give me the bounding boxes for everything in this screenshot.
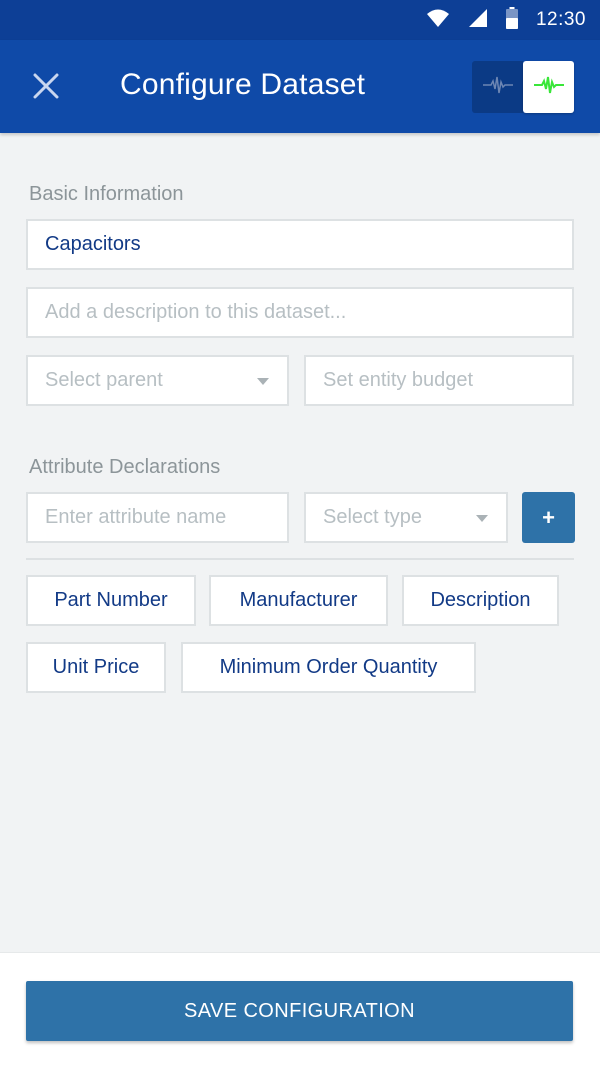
parent-select[interactable]: Select parent (26, 355, 289, 406)
attribute-chip-description[interactable]: Description (402, 575, 559, 626)
attribute-chip-minimum-order-quantity[interactable]: Minimum Order Quantity (181, 642, 476, 693)
dataset-name-field[interactable] (26, 219, 574, 270)
toggle-option-active[interactable] (523, 61, 574, 113)
app-bar: Configure Dataset (0, 40, 600, 133)
entity-budget-input[interactable] (323, 357, 572, 404)
view-toggle[interactable] (472, 61, 574, 113)
waveform-active-icon (533, 75, 564, 100)
toggle-option-inactive[interactable] (472, 61, 523, 113)
section-label-basic-info: Basic Information (29, 183, 184, 205)
description-field[interactable] (26, 287, 574, 338)
save-configuration-button[interactable]: SAVE CONFIGURATION (26, 981, 573, 1041)
status-icons: 12:30 (426, 6, 586, 34)
dataset-name-input[interactable] (45, 221, 572, 268)
attribute-type-select[interactable]: Select type (304, 492, 508, 543)
description-input[interactable] (45, 289, 572, 336)
attribute-chip-unit-price[interactable]: Unit Price (26, 642, 166, 693)
cell-signal-icon (468, 8, 488, 33)
chevron-down-icon (257, 378, 269, 385)
add-attribute-button[interactable]: + (522, 492, 575, 543)
attribute-name-input[interactable] (45, 494, 287, 541)
entity-budget-field[interactable] (304, 355, 574, 406)
waveform-inactive-icon (482, 75, 513, 100)
divider (26, 558, 574, 560)
battery-icon (505, 6, 518, 34)
page-title: Configure Dataset (120, 68, 366, 101)
bottom-bar: SAVE CONFIGURATION (0, 952, 600, 1066)
chevron-down-icon (476, 515, 488, 522)
attribute-chip-part-number[interactable]: Part Number (26, 575, 196, 626)
wifi-icon (426, 8, 450, 33)
attribute-type-placeholder: Select type (323, 506, 422, 528)
attribute-name-field[interactable] (26, 492, 289, 543)
status-time: 12:30 (535, 9, 586, 30)
parent-select-placeholder: Select parent (45, 369, 163, 391)
attribute-chip-manufacturer[interactable]: Manufacturer (209, 575, 388, 626)
status-bar: 12:30 (0, 0, 600, 40)
close-icon (33, 73, 59, 104)
close-button[interactable] (22, 64, 70, 112)
section-label-attributes: Attribute Declarations (29, 456, 221, 478)
